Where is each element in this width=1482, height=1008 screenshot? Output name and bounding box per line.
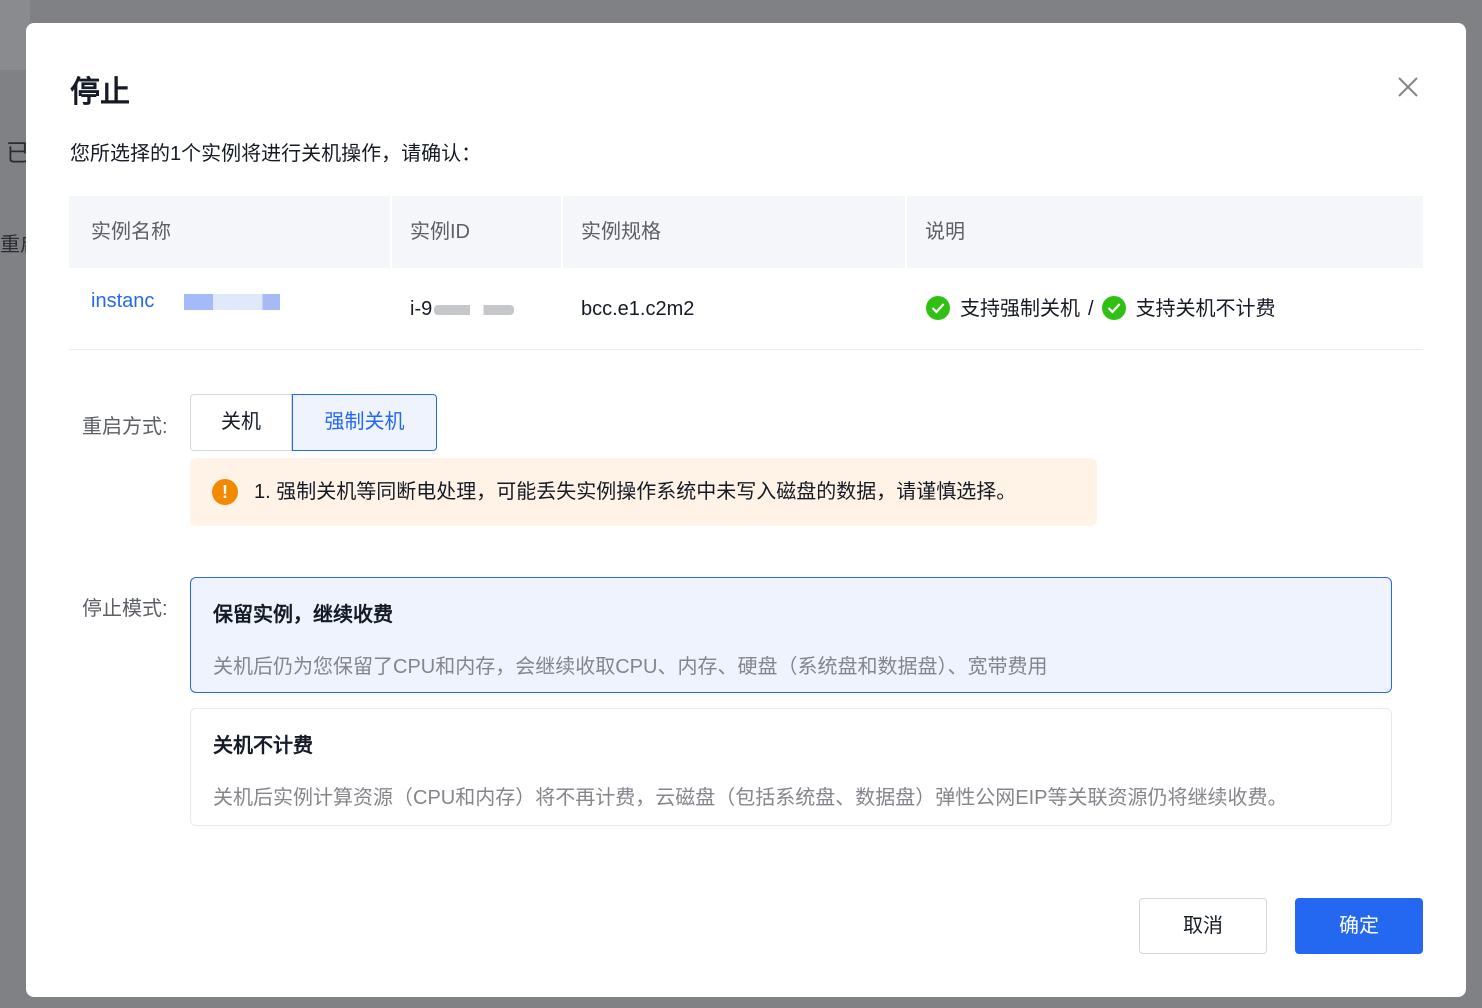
restart-mode-segmented: 关机 强制关机 (190, 394, 437, 451)
restart-mode-label: 重启方式: (82, 416, 168, 438)
cancel-button[interactable]: 取消 (1139, 898, 1267, 954)
note-force-shutdown: 支持强制关机 (960, 298, 1080, 320)
redacted-mask (434, 304, 515, 315)
column-divider (390, 196, 392, 268)
instance-name-link[interactable]: instanc (91, 290, 154, 312)
table-header: 实例名称 实例ID 实例规格 说明 (69, 196, 1423, 268)
table-row: instanc i-9 bcc.e1.c2m2 支持强制关机 / 支持关机不计费 (69, 268, 1423, 350)
close-icon (1398, 77, 1418, 97)
instance-note-cell: 支持强制关机 / 支持关机不计费 (926, 268, 1276, 350)
note-no-charge: 支持关机不计费 (1135, 298, 1276, 320)
instance-id: i-9 (410, 298, 433, 320)
instance-name-cell[interactable]: instanc (91, 268, 281, 350)
stop-dialog: 停止 您所选择的1个实例将进行关机操作，请确认： 实例名称 实例ID 实例规格 … (26, 23, 1466, 997)
warning-icon: ! (212, 479, 238, 505)
column-header-name: 实例名称 (91, 221, 171, 243)
redacted-mask (184, 293, 281, 310)
check-circle-icon (1101, 295, 1126, 320)
option-description: 关机后实例计算资源（CPU和内存）将不再计费，云磁盘（包括系统盘、数据盘）弹性公… (213, 787, 1288, 809)
option-description: 关机后仍为您保留了CPU和内存，会继续收取CPU、内存、硬盘（系统盘和数据盘）、… (213, 656, 1048, 678)
stop-mode-label: 停止模式: (82, 598, 168, 620)
stop-mode-option-no-charge[interactable]: 关机不计费 关机后实例计算资源（CPU和内存）将不再计费，云磁盘（包括系统盘、数… (190, 708, 1392, 826)
option-title: 保留实例，继续收费 (213, 604, 393, 626)
column-header-note: 说明 (925, 221, 965, 243)
column-header-id: 实例ID (410, 221, 470, 243)
column-header-spec: 实例规格 (581, 221, 661, 243)
check-circle-icon (926, 295, 950, 320)
dialog-intro: 您所选择的1个实例将进行关机操作，请确认： (70, 143, 482, 165)
warning-text: 1. 强制关机等同断电处理，可能丢失实例操作系统中未写入磁盘的数据，请谨慎选择。 (254, 481, 1017, 503)
dialog-title: 停止 (70, 76, 130, 109)
instance-table: 实例名称 实例ID 实例规格 说明 instanc i-9 bcc.e1.c2m… (69, 196, 1423, 350)
instance-id-cell: i-9 (410, 268, 515, 350)
restart-option-shutdown[interactable]: 关机 (190, 394, 292, 451)
confirm-button[interactable]: 确定 (1295, 898, 1423, 954)
column-divider (905, 196, 907, 268)
column-divider (561, 196, 563, 268)
option-title: 关机不计费 (213, 735, 313, 757)
close-button[interactable] (1394, 73, 1422, 101)
note-separator: / (1088, 298, 1094, 320)
instance-spec: bcc.e1.c2m2 (581, 298, 695, 320)
warning-alert: ! 1. 强制关机等同断电处理，可能丢失实例操作系统中未写入磁盘的数据，请谨慎选… (190, 458, 1097, 526)
restart-option-force-shutdown[interactable]: 强制关机 (292, 394, 437, 451)
stop-mode-option-keep-instance[interactable]: 保留实例，继续收费 关机后仍为您保留了CPU和内存，会继续收取CPU、内存、硬盘… (190, 577, 1392, 693)
